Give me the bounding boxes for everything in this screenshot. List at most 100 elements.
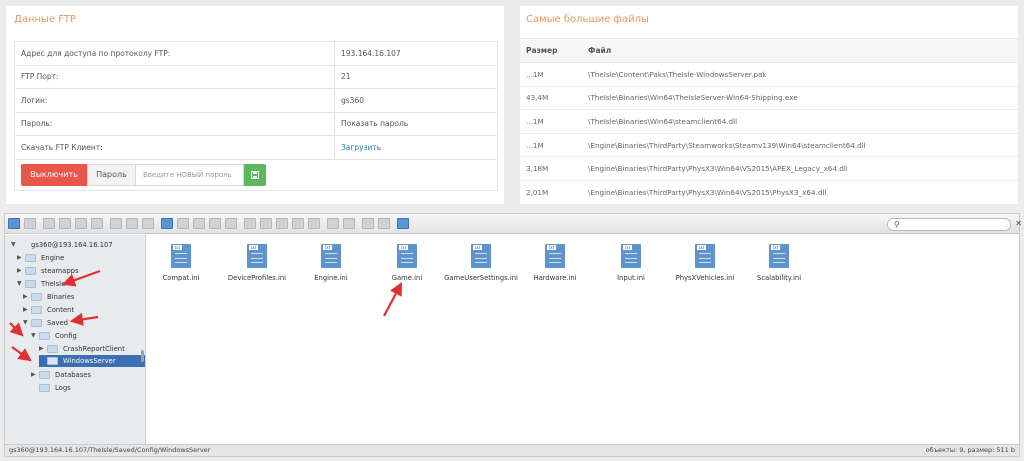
chevron-right-icon[interactable]: ▶: [23, 304, 28, 316]
ftp-login-value: gs360: [334, 88, 498, 113]
preview-icon[interactable]: [177, 218, 189, 229]
largest-files-title: Самые большие файлы: [526, 14, 649, 25]
show-password-link[interactable]: Показать пароль: [334, 111, 498, 136]
save-icon: [251, 170, 259, 179]
edit-icon[interactable]: [276, 218, 288, 229]
file-item[interactable]: txt Input.ini: [591, 244, 671, 282]
file-item[interactable]: txt Engine.ini: [291, 244, 371, 282]
text-file-icon: txt: [769, 244, 789, 268]
file-path: \Engine\Binaries\ThirdParty\PhysX3\Win64…: [582, 180, 1018, 205]
ftp-login-label: Логин:: [14, 88, 335, 113]
disable-ftp-button[interactable]: Выключить: [21, 163, 87, 186]
new-password-input[interactable]: Введите НОВЫЙ пароль: [136, 163, 244, 186]
folder-icon: [25, 280, 36, 288]
tree-item-root[interactable]: ▼ gs360@193.164.16.107: [11, 239, 141, 251]
status-path: gs360@193.164.16.107/TheIsle/Saved/Confi…: [9, 446, 211, 454]
tree-item-crashreportclient[interactable]: ▶ CrashReportClient: [39, 343, 141, 355]
tree-scrollbar[interactable]: [141, 350, 144, 362]
tree-item-logs[interactable]: Logs: [31, 382, 141, 394]
chevron-right-icon[interactable]: ▶: [17, 252, 22, 264]
help-icon[interactable]: [397, 218, 409, 229]
file-column-header: Файл: [582, 38, 1018, 63]
folder-icon: [47, 345, 58, 353]
tree-label: Binaries: [47, 293, 75, 301]
icons-view-icon[interactable]: [362, 218, 374, 229]
tree-item-engine[interactable]: ▶ Engine: [17, 252, 141, 264]
file-type-tag: txt: [771, 245, 780, 250]
size-column-header: Размер: [520, 38, 582, 63]
chevron-down-icon[interactable]: ▼: [31, 330, 36, 342]
tree-item-content[interactable]: ▶ Content: [23, 304, 141, 316]
ftp-panel: Данные FTP Адрес для доступа по протокол…: [6, 6, 504, 204]
download-icon[interactable]: [126, 218, 138, 229]
ftp-table: Адрес для доступа по протоколу FTP: 193.…: [14, 41, 498, 191]
tree-item-saved[interactable]: ▼ Saved: [23, 317, 141, 329]
copy-icon[interactable]: [193, 218, 205, 229]
ftp-actions: Выключить Пароль Введите НОВЫЙ пароль: [14, 158, 498, 191]
tree-item-config[interactable]: ▼ Config: [31, 330, 141, 342]
file-name: Input.ini: [617, 274, 645, 282]
chevron-down-icon[interactable]: ▼: [17, 278, 22, 290]
file-size: ...1M: [520, 133, 582, 158]
chevron-right-icon[interactable]: ▶: [31, 369, 36, 381]
ftp-client-label: Скачать FTP Клиент:: [14, 135, 335, 160]
extract-icon[interactable]: [343, 218, 355, 229]
file-type-tag: txt: [399, 245, 408, 250]
tree-item-theisle[interactable]: ▼ TheIsle: [17, 278, 141, 290]
tree-label: Engine: [41, 254, 65, 262]
search-input[interactable]: ⚲ ✕: [887, 218, 1022, 231]
duplicate-icon[interactable]: [244, 218, 256, 229]
table-row: FTP Порт: 21: [14, 64, 498, 89]
list-view-icon[interactable]: [378, 218, 390, 229]
file-item[interactable]: txt Compat.ini: [141, 244, 221, 282]
new-file-icon[interactable]: [75, 218, 87, 229]
file-item[interactable]: txt DeviceProfiles.ini: [217, 244, 297, 282]
cut-icon[interactable]: [209, 218, 221, 229]
folder-icon: [39, 384, 50, 392]
tree-item-steamapps[interactable]: ▶ steamapps: [17, 265, 141, 277]
file-item[interactable]: txt Scalability.ini: [739, 244, 819, 282]
archive-icon[interactable]: [327, 218, 339, 229]
ftp-action-bar: Выключить Пароль Введите НОВЫЙ пароль: [21, 163, 491, 186]
file-item[interactable]: txt Hardware.ini: [515, 244, 595, 282]
chevron-right-icon[interactable]: ▶: [39, 343, 44, 355]
save-icon[interactable]: [91, 218, 103, 229]
open-icon[interactable]: [110, 218, 122, 229]
table-row: 3,18M \Engine\Binaries\ThirdParty\PhysX3\…: [520, 156, 1018, 181]
download-client-link[interactable]: Загрузить: [334, 135, 498, 160]
chevron-down-icon[interactable]: ▼: [23, 317, 28, 329]
back-icon[interactable]: [8, 218, 20, 229]
text-file-icon: txt: [621, 244, 641, 268]
file-size: 43,4M: [520, 86, 582, 111]
file-size: ...1M: [520, 62, 582, 87]
info-icon[interactable]: [161, 218, 173, 229]
file-item[interactable]: txt PhysXVehicles.ini: [665, 244, 745, 282]
file-type-tag: txt: [547, 245, 556, 250]
delete-icon[interactable]: [308, 218, 320, 229]
reload-icon[interactable]: [59, 218, 71, 229]
chevron-down-icon[interactable]: ▼: [11, 239, 16, 251]
table-row: 2,01M \Engine\Binaries\ThirdParty\PhysX3\…: [520, 180, 1018, 205]
tree-item-windowsserver[interactable]: WindowsServer: [39, 355, 145, 367]
chevron-right-icon[interactable]: ▶: [23, 291, 28, 303]
rename-icon[interactable]: [260, 218, 272, 229]
text-file-icon: txt: [321, 244, 341, 268]
table-row: ...1M \Engine\Binaries\ThirdParty\Steamwo…: [520, 133, 1018, 158]
file-item[interactable]: txt Game.ini: [367, 244, 447, 282]
file-item[interactable]: txt GameUserSettings.ini: [441, 244, 521, 282]
tree-item-databases[interactable]: ▶ Databases: [31, 369, 141, 381]
table-row: Выключить Пароль Введите НОВЫЙ пароль: [14, 158, 498, 191]
password-button[interactable]: Пароль: [87, 163, 136, 186]
tree-item-binaries[interactable]: ▶ Binaries: [23, 291, 141, 303]
upload-icon[interactable]: [43, 218, 55, 229]
folder-icon: [25, 254, 36, 262]
chevron-right-icon[interactable]: ▶: [17, 265, 22, 277]
file-path: \TheIsle\Binaries\Win64\TheIsleServer-Wi…: [582, 86, 1018, 111]
forward-icon[interactable]: [24, 218, 36, 229]
close-icon[interactable]: ✕: [1015, 219, 1022, 228]
resize-icon[interactable]: [292, 218, 304, 229]
paste-icon[interactable]: [225, 218, 237, 229]
save-password-button[interactable]: [244, 163, 266, 186]
ftp-port-value: 21: [334, 64, 498, 89]
properties-icon[interactable]: [142, 218, 154, 229]
